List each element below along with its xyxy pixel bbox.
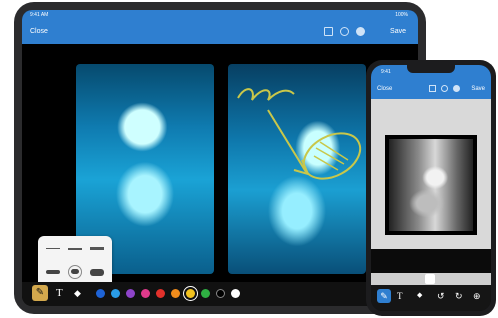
iphone-drawing-toolbar: ✎ T ◆ ↺ ↻ ⊕ <box>371 285 491 311</box>
close-button[interactable]: Close <box>377 86 392 92</box>
navigate-icon[interactable] <box>453 85 460 92</box>
stroke-thick[interactable] <box>90 247 104 250</box>
gear-icon[interactable] <box>441 85 448 92</box>
navigate-icon[interactable] <box>356 27 365 36</box>
pen-tool-button[interactable]: ✎ <box>377 289 391 303</box>
ipad-drawing-toolbar: ✎ T ◆ ↻ <box>22 282 418 306</box>
color-swatch-green[interactable] <box>201 289 210 298</box>
status-battery: 100% <box>395 12 408 18</box>
gear-icon[interactable] <box>340 27 349 36</box>
xray-side-image <box>228 64 366 274</box>
save-button[interactable]: Save <box>471 86 485 92</box>
trash-icon[interactable] <box>429 85 436 92</box>
color-swatch-purple[interactable] <box>126 289 135 298</box>
ipad-status-bar: 9:41 AM 100% <box>22 10 418 20</box>
mri-knee-scan <box>389 139 473 231</box>
status-time: 9:41 <box>381 69 391 75</box>
ipad-device: 9:41 AM 100% Close Save ✎ T ◆ <box>14 2 426 314</box>
eraser-icon[interactable]: ◆ <box>417 289 422 303</box>
color-swatch-black[interactable] <box>216 289 225 298</box>
marker-large[interactable] <box>90 269 104 276</box>
text-tool-button[interactable]: T <box>397 289 403 303</box>
marker-small[interactable] <box>46 270 60 274</box>
iphone-screen: 9:41 Close Save ✎ T ◆ ↺ ↻ ⊕ <box>371 65 491 311</box>
color-swatch-red[interactable] <box>156 289 165 298</box>
marker-medium-selected[interactable] <box>68 265 82 279</box>
mri-image <box>385 135 477 235</box>
notch <box>407 65 455 73</box>
iphone-device: 9:41 Close Save ✎ T ◆ ↺ ↻ ⊕ <box>366 60 496 316</box>
color-swatch-yellow-selected[interactable] <box>186 289 195 298</box>
annotation-drawing <box>237 88 362 180</box>
ipad-screen: 9:41 AM 100% Close Save ✎ T ◆ <box>22 10 418 306</box>
color-swatch-light-blue[interactable] <box>111 289 120 298</box>
color-swatch-blue[interactable] <box>96 289 105 298</box>
eraser-icon[interactable]: ◆ <box>74 286 81 300</box>
iphone-nav-bar: Close Save <box>371 79 491 99</box>
color-swatch-pink[interactable] <box>141 289 150 298</box>
undo-icon[interactable]: ↺ <box>437 289 445 303</box>
save-button[interactable]: Save <box>390 28 406 35</box>
redo-icon[interactable]: ↻ <box>455 289 463 303</box>
frame-slider[interactable] <box>371 273 491 285</box>
add-icon[interactable]: ⊕ <box>473 289 481 303</box>
trash-icon[interactable] <box>324 27 333 36</box>
stroke-thin[interactable] <box>46 248 60 249</box>
text-tool-button[interactable]: T <box>56 286 63 300</box>
iphone-status-bar: 9:41 <box>371 65 491 79</box>
slider-knob[interactable] <box>425 274 435 284</box>
color-swatch-orange[interactable] <box>171 289 180 298</box>
close-button[interactable]: Close <box>30 28 48 35</box>
ipad-nav-bar: Close Save <box>22 20 418 44</box>
status-time: 9:41 AM <box>30 12 49 18</box>
color-swatch-white[interactable] <box>231 289 240 298</box>
stroke-medium[interactable] <box>68 248 82 250</box>
marker-medium-dot <box>71 269 79 274</box>
pen-tool-button[interactable]: ✎ <box>32 285 48 301</box>
